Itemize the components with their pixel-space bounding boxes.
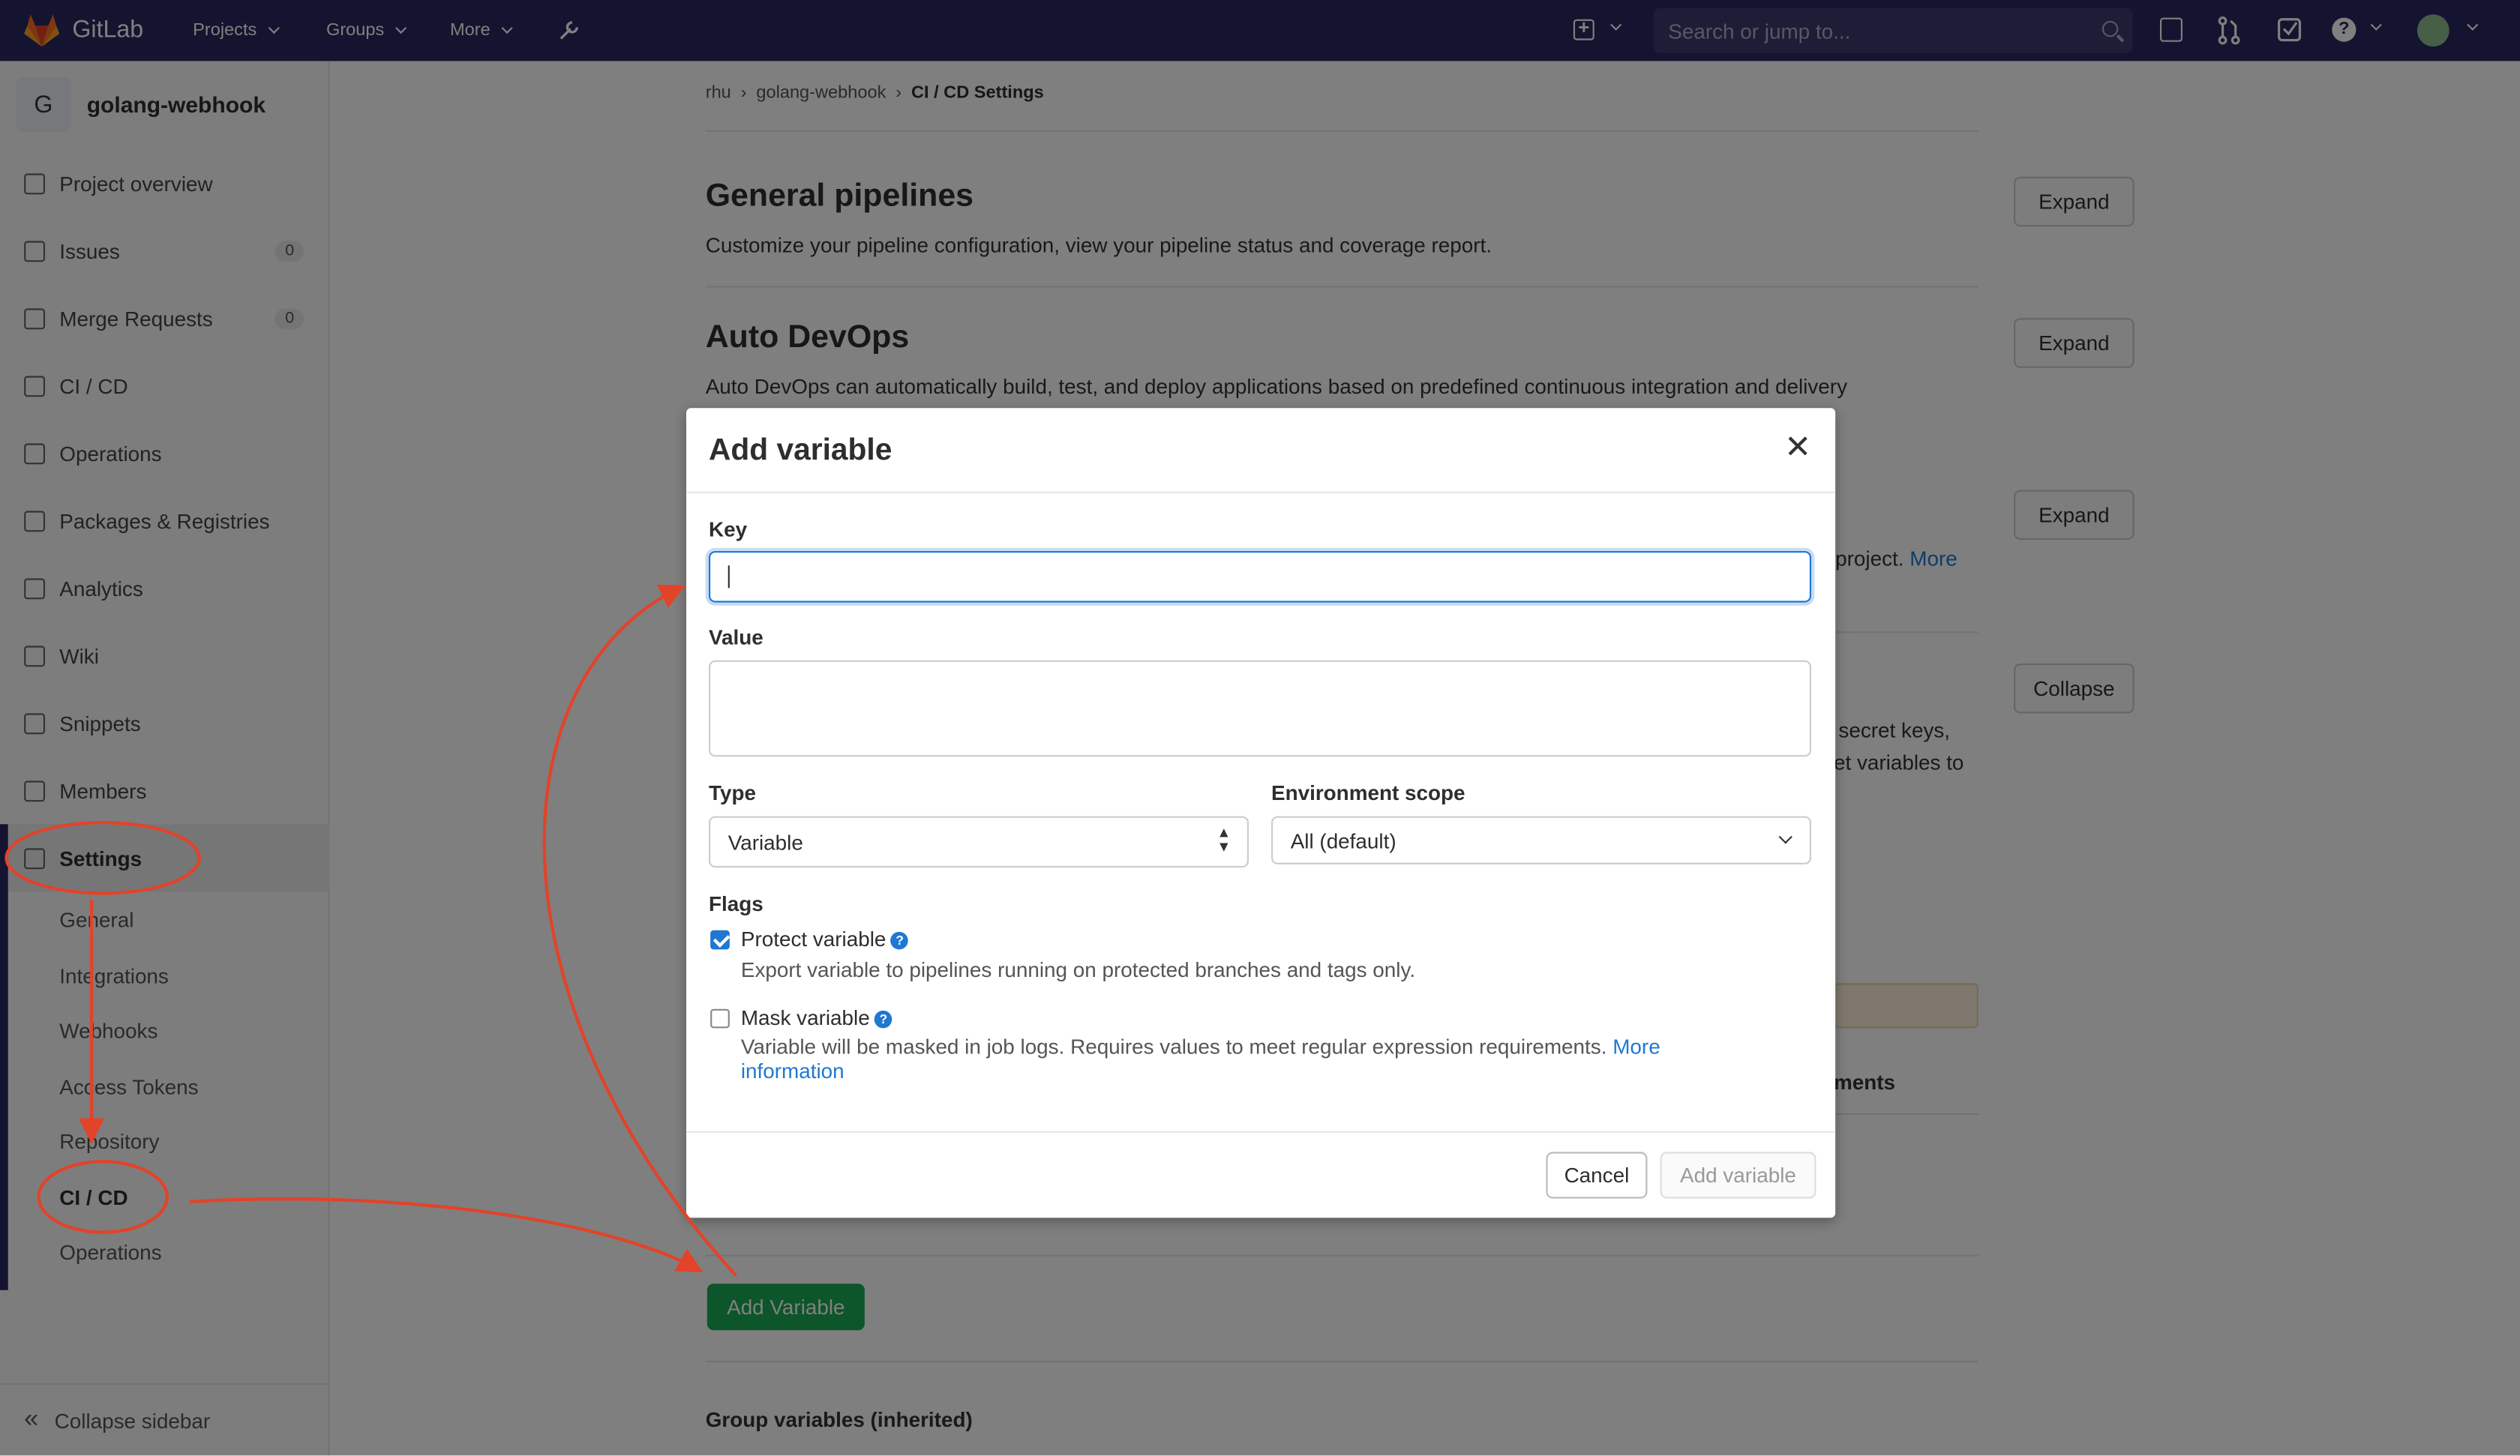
key-input[interactable] — [709, 551, 1811, 603]
value-textarea[interactable] — [709, 660, 1811, 757]
chevron-down-icon — [1778, 830, 1792, 844]
mask-variable-label: Mask variable? — [740, 1005, 892, 1030]
protect-variable-text: Protect variable — [740, 927, 886, 951]
text-caret — [728, 565, 730, 589]
more-information-link-cont[interactable]: information — [741, 1059, 844, 1083]
protect-variable-hint: Export variable to pipelines running on … — [740, 957, 1416, 982]
type-select[interactable]: Variable ▲ ▼ — [709, 816, 1249, 868]
add-variable-page-button[interactable]: Add Variable — [706, 1284, 865, 1331]
flags-label: Flags — [709, 891, 764, 916]
type-label: Type — [709, 780, 756, 805]
updown-icon: ▲ ▼ — [1216, 824, 1232, 855]
mask-variable-hint: Variable will be masked in job logs. Req… — [741, 1035, 1769, 1083]
modal-divider — [686, 1131, 1836, 1133]
protect-variable-checkbox[interactable] — [710, 930, 730, 950]
close-icon[interactable]: ✕ — [1784, 427, 1811, 468]
type-select-value: Variable — [728, 830, 803, 855]
value-label: Value — [709, 625, 764, 649]
modal-title: Add variable — [709, 433, 892, 468]
mask-hint-text: Variable will be masked in job logs. Req… — [740, 1035, 1607, 1059]
mask-variable-checkbox[interactable] — [710, 1008, 730, 1029]
mask-variable-text: Mask variable — [740, 1005, 870, 1030]
question-circle-icon[interactable]: ? — [890, 931, 909, 950]
protect-variable-label: Protect variable? — [741, 927, 909, 951]
question-circle-icon[interactable]: ? — [874, 1010, 892, 1029]
environment-scope-label: Environment scope — [1271, 780, 1466, 805]
add-variable-modal: Add variable ✕ Key Value Type Variable ▲… — [686, 408, 1836, 1218]
environment-scope-value: All (default) — [1290, 828, 1396, 853]
modal-divider — [686, 491, 1836, 493]
add-variable-submit-button[interactable]: Add variable — [1660, 1152, 1816, 1199]
environment-scope-dropdown[interactable]: All (default) — [1271, 816, 1811, 864]
cancel-button[interactable]: Cancel — [1546, 1152, 1648, 1199]
key-label: Key — [709, 517, 748, 542]
more-information-link[interactable]: More — [1612, 1035, 1660, 1059]
